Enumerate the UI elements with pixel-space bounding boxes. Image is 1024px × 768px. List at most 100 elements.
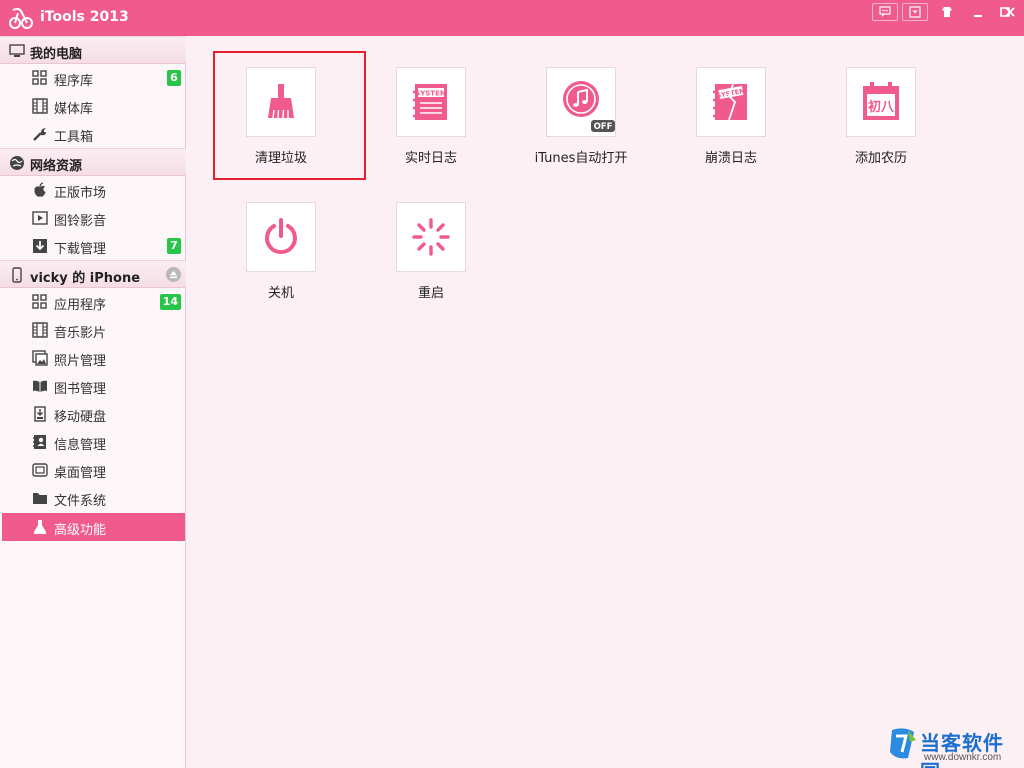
tile-realtime-log[interactable]: SYSTEM 实时日志 xyxy=(356,67,506,187)
sidebar-item-label: 桌面管理 xyxy=(54,466,107,481)
restart-icon xyxy=(412,218,450,256)
tile-label: 清理垃圾 xyxy=(254,151,307,166)
menu-dropdown-button[interactable] xyxy=(902,3,928,21)
itools-logo-icon xyxy=(9,8,33,29)
globe-icon xyxy=(10,156,24,170)
tile-label: 崩溃日志 xyxy=(704,151,757,166)
tile-itunes-auto-open[interactable]: OFF iTunes自动打开 xyxy=(506,67,656,187)
sidebar-item-label: 工具箱 xyxy=(54,130,94,145)
eject-icon xyxy=(169,270,178,279)
sidebar-item-label: 音乐影片 xyxy=(54,326,107,341)
calendar-date: 初八 xyxy=(868,99,895,115)
sidebar-item-label: 照片管理 xyxy=(54,354,107,369)
sidebar-item-label: 信息管理 xyxy=(54,438,107,453)
sidebar-item-advanced-features[interactable]: 高级功能 xyxy=(2,513,185,541)
sidebar-group-label: vicky 的 iPhone xyxy=(30,271,141,286)
tile-restart[interactable]: 重启 xyxy=(356,202,506,322)
app-title: iTools 2013 xyxy=(40,9,129,25)
download-icon xyxy=(33,239,47,253)
sidebar-item-media-library[interactable]: 媒体库 xyxy=(0,92,186,120)
tile-crash-log[interactable]: SYSTEM 崩溃日志 xyxy=(656,67,806,187)
skin-icon xyxy=(942,7,952,17)
sidebar: 我的电脑 程序库 6 媒体库 工具箱 网络资源 正版市场 图铃影音 下载管理 7… xyxy=(0,36,186,768)
sidebar-item-label: 图铃影音 xyxy=(54,214,107,229)
contacts-icon xyxy=(33,435,46,449)
tile-icon-box: 初八 xyxy=(846,67,916,137)
itunes-icon: OFF xyxy=(563,81,615,132)
advanced-features-panel: 清理垃圾 SYSTEM 实时日志 OFF iTunes自动打开 SYSTEM 崩… xyxy=(187,36,1024,768)
computer-icon xyxy=(9,44,25,57)
tile-label: 关机 xyxy=(267,286,294,301)
sidebar-item-label: 正版市场 xyxy=(54,186,107,201)
feedback-icon xyxy=(879,6,891,17)
sidebar-item-desktop-manager[interactable]: 桌面管理 xyxy=(0,456,186,484)
skin-button[interactable] xyxy=(934,3,960,21)
apple-icon xyxy=(34,182,46,197)
sidebar-item-music-video[interactable]: 音乐影片 xyxy=(0,316,186,344)
film-icon xyxy=(32,98,48,114)
sidebar-item-label: 移动硬盘 xyxy=(54,410,107,425)
system-label: SYSTEM xyxy=(415,90,447,98)
minimize-icon xyxy=(974,15,982,17)
sidebar-item-label: 高级功能 xyxy=(54,523,107,538)
grid-icon xyxy=(32,70,47,85)
watermark: 当客软件园 www.downkr.com xyxy=(888,726,1024,768)
disk-icon xyxy=(34,406,46,422)
sidebar-item-program-library[interactable]: 程序库 6 xyxy=(0,64,186,92)
sidebar-item-label: 文件系统 xyxy=(54,494,107,509)
sidebar-item-file-system[interactable]: 文件系统 xyxy=(0,484,186,512)
title-bar: iTools 2013 xyxy=(0,0,1024,36)
count-badge: 14 xyxy=(159,294,181,310)
sidebar-group-label: 网络资源 xyxy=(30,159,83,174)
system-log-icon: SYSTEM xyxy=(413,84,447,120)
tile-icon-box: SYSTEM xyxy=(696,67,766,137)
tile-clean-junk[interactable]: 清理垃圾 xyxy=(206,67,356,187)
tile-label: iTunes自动打开 xyxy=(534,151,628,166)
wrench-icon xyxy=(33,128,46,141)
tile-icon-box xyxy=(246,67,316,137)
sidebar-item-mobile-disk[interactable]: 移动硬盘 xyxy=(0,400,186,428)
sidebar-item-applications[interactable]: 应用程序 14 xyxy=(0,288,186,316)
photo-icon xyxy=(32,350,48,366)
watermark-url: www.downkr.com xyxy=(924,752,1002,763)
folder-icon xyxy=(33,493,47,504)
broom-icon xyxy=(268,84,294,119)
sidebar-item-book-manager[interactable]: 图书管理 xyxy=(0,372,186,400)
sidebar-group-my-computer[interactable]: 我的电脑 xyxy=(0,36,186,64)
book-icon xyxy=(33,380,47,392)
sidebar-group-network-resources[interactable]: 网络资源 xyxy=(0,148,186,176)
tile-label: 重启 xyxy=(417,286,444,301)
sidebar-item-label: 下载管理 xyxy=(54,242,107,257)
tile-shutdown[interactable]: 关机 xyxy=(206,202,356,322)
minimize-button[interactable] xyxy=(965,3,991,21)
close-button[interactable] xyxy=(998,3,1022,21)
sidebar-group-label: 我的电脑 xyxy=(30,47,83,62)
sidebar-item-info-manager[interactable]: 信息管理 xyxy=(0,428,186,456)
film-icon xyxy=(32,322,48,338)
tile-icon-box: SYSTEM xyxy=(396,67,466,137)
power-icon xyxy=(265,218,297,255)
sidebar-item-label: 应用程序 xyxy=(54,298,107,313)
tile-label: 添加农历 xyxy=(854,151,907,166)
eject-button[interactable] xyxy=(166,267,181,282)
toggle-state: OFF xyxy=(594,122,613,132)
tile-icon-box xyxy=(246,202,316,272)
sidebar-item-app-market[interactable]: 正版市场 xyxy=(0,176,186,204)
feedback-button[interactable] xyxy=(872,3,898,21)
phone-icon xyxy=(12,267,22,283)
sidebar-item-label: 程序库 xyxy=(54,74,94,89)
flask-icon xyxy=(33,520,47,534)
count-badge: 6 xyxy=(167,70,181,86)
tile-add-lunar-calendar[interactable]: 初八 添加农历 xyxy=(806,67,956,187)
downkr-logo-icon xyxy=(890,728,916,759)
count-badge: 7 xyxy=(167,238,181,254)
crash-log-icon: SYSTEM xyxy=(713,83,747,121)
close-icon xyxy=(1005,7,1015,17)
sidebar-group-iphone[interactable]: vicky 的 iPhone xyxy=(0,260,186,288)
sidebar-item-toolbox[interactable]: 工具箱 xyxy=(0,120,186,148)
sidebar-item-ringtones-media[interactable]: 图铃影音 xyxy=(0,204,186,232)
tile-icon-box xyxy=(396,202,466,272)
sidebar-item-photo-manager[interactable]: 照片管理 xyxy=(0,344,186,372)
sidebar-item-download-manager[interactable]: 下载管理 7 xyxy=(0,232,186,260)
media-icon xyxy=(32,211,48,225)
